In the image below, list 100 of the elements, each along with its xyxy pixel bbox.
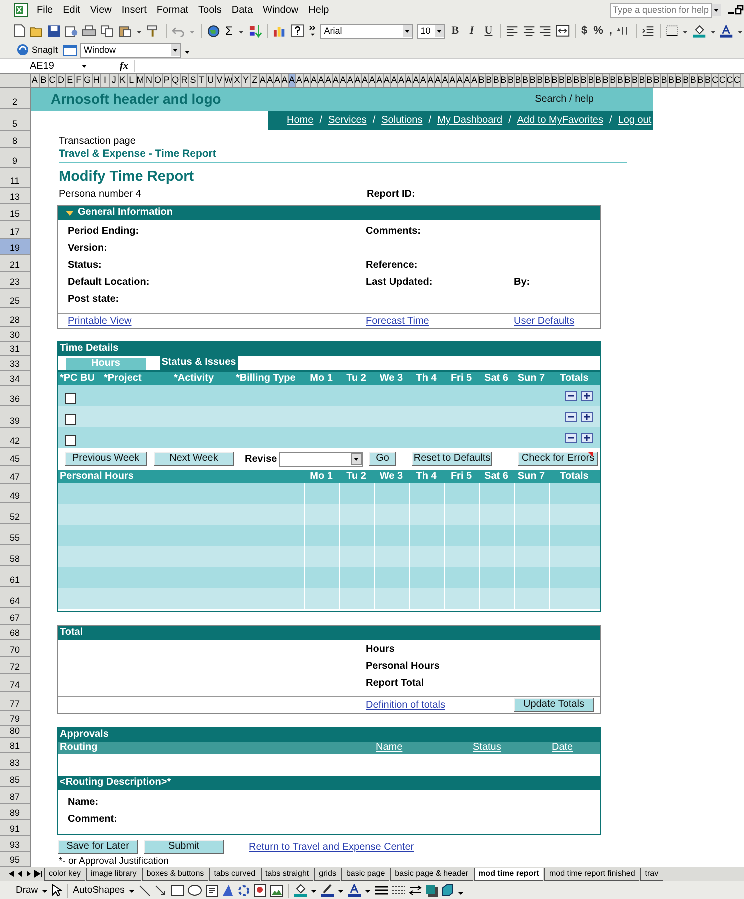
definition-of-totals-link[interactable]: Definition of totals (366, 700, 514, 710)
column-header[interactable]: A (384, 74, 392, 87)
column-header[interactable]: M (136, 74, 146, 87)
line-icon[interactable] (138, 884, 151, 896)
column-header[interactable]: B (661, 74, 668, 87)
column-header[interactable]: A (442, 74, 450, 87)
forecast-time-link[interactable]: Forecast Time (366, 316, 514, 326)
row-header[interactable]: 42 (0, 428, 30, 448)
line-color-icon[interactable] (320, 884, 334, 897)
align-center-icon[interactable] (522, 25, 536, 37)
chart-icon[interactable] (273, 24, 287, 38)
help-search-field[interactable]: Type a question for help (610, 2, 712, 18)
column-header[interactable]: A (318, 74, 326, 87)
column-header[interactable]: A (434, 74, 442, 87)
column-header[interactable]: B (676, 74, 683, 87)
open-folder-icon[interactable] (30, 24, 44, 38)
column-header[interactable]: B (602, 74, 610, 87)
row-header[interactable]: 80 (0, 726, 30, 738)
menu-item[interactable]: Help (304, 4, 334, 16)
name-box[interactable]: AE19 (0, 60, 92, 72)
format-button[interactable]: U (482, 25, 496, 37)
font-color-icon[interactable] (348, 884, 361, 897)
insert-function-button[interactable]: fx (120, 60, 128, 72)
column-header[interactable]: A (332, 74, 340, 87)
column-header[interactable]: B (704, 74, 712, 87)
menu-item[interactable]: Data (226, 4, 258, 16)
next-week-button[interactable]: Next Week (154, 452, 234, 466)
row-header[interactable]: 13 (0, 188, 30, 204)
print-icon[interactable] (82, 24, 98, 38)
search-help-link[interactable]: Search / help (535, 94, 594, 105)
copy-icon[interactable] (101, 24, 115, 38)
column-header[interactable]: A (325, 74, 333, 87)
column-header[interactable]: O (154, 74, 163, 87)
row-header[interactable]: 30 (0, 327, 30, 342)
column-header[interactable]: B (595, 74, 603, 87)
restore-icon[interactable] (735, 5, 744, 15)
row-header[interactable]: 74 (0, 674, 30, 692)
form-button[interactable]: Save for Later (58, 840, 138, 854)
column-header[interactable]: D (57, 74, 66, 87)
column-header[interactable]: A (369, 74, 376, 87)
sort-icon[interactable] (248, 24, 262, 38)
expanded-triangle-icon[interactable] (66, 209, 74, 217)
align-left-icon[interactable] (506, 25, 519, 37)
sheet-tab[interactable]: mod time report finished (544, 868, 640, 880)
column-header[interactable]: T (198, 74, 207, 87)
sheet-tab[interactable]: image library (86, 868, 141, 880)
sheet-tab[interactable]: color key (44, 868, 86, 880)
column-header[interactable]: A (304, 74, 311, 87)
row-header[interactable]: 77 (0, 692, 30, 710)
column-header[interactable]: X (233, 74, 242, 87)
row-header[interactable]: 61 (0, 566, 30, 586)
column-header[interactable]: A (406, 74, 413, 87)
row-checkbox[interactable] (65, 414, 76, 425)
column-header[interactable]: B (573, 74, 581, 87)
column-header[interactable]: A (362, 74, 370, 87)
new-document-icon[interactable] (14, 24, 26, 38)
sheet-tab[interactable]: trav (640, 868, 663, 880)
panel-header[interactable]: General Information (58, 206, 600, 220)
dash-style-icon[interactable] (392, 885, 405, 896)
row-header[interactable]: 11 (0, 168, 30, 188)
row-header[interactable]: 5 (0, 108, 30, 130)
column-header[interactable]: B (537, 74, 544, 87)
column-header[interactable]: A (310, 74, 318, 87)
row-header[interactable]: 47 (0, 466, 30, 484)
row-header[interactable]: 91 (0, 820, 30, 836)
capture-window-icon[interactable] (63, 44, 78, 56)
column-header[interactable]: B (530, 74, 537, 87)
row-header[interactable]: 72 (0, 656, 30, 674)
column-header[interactable]: A (260, 74, 268, 87)
go-button[interactable]: Go (369, 452, 396, 466)
column-header[interactable]: A (347, 74, 355, 87)
line-style-icon[interactable] (374, 885, 388, 896)
column-header[interactable]: C (726, 74, 734, 87)
column-header[interactable]: I (101, 74, 110, 87)
column-header[interactable]: S (189, 74, 198, 87)
column-header[interactable]: B (624, 74, 632, 87)
column-header[interactable]: U (206, 74, 216, 87)
column-header[interactable]: B (639, 74, 646, 87)
text-box-icon[interactable] (206, 884, 218, 896)
row-header[interactable]: 81 (0, 738, 30, 753)
arrow-icon[interactable] (154, 884, 167, 896)
reset-defaults-button[interactable]: Reset to Defaults (412, 452, 492, 466)
column-header[interactable]: A (274, 74, 282, 87)
column-header[interactable]: B (682, 74, 690, 87)
column-header[interactable]: J (110, 74, 119, 87)
number-format-button[interactable]: % (592, 25, 604, 37)
row-header[interactable]: 55 (0, 524, 30, 545)
check-errors-button[interactable]: Check for Errors (518, 452, 598, 466)
column-header[interactable]: B (558, 74, 566, 87)
autoshapes-menu-button[interactable]: AutoShapes (73, 885, 125, 896)
sheet-tab[interactable]: basic page (341, 868, 390, 880)
column-header[interactable]: B (522, 74, 530, 87)
nav-link[interactable]: Solutions (382, 114, 423, 126)
column-header[interactable]: B (544, 74, 552, 87)
row-header[interactable]: 93 (0, 836, 30, 852)
save-icon[interactable] (48, 24, 61, 38)
sheet-tab[interactable]: basic page & header (390, 868, 473, 880)
column-header[interactable]: C (719, 74, 727, 87)
pointer-icon[interactable] (52, 884, 62, 897)
fill-color-icon[interactable] (693, 24, 706, 38)
